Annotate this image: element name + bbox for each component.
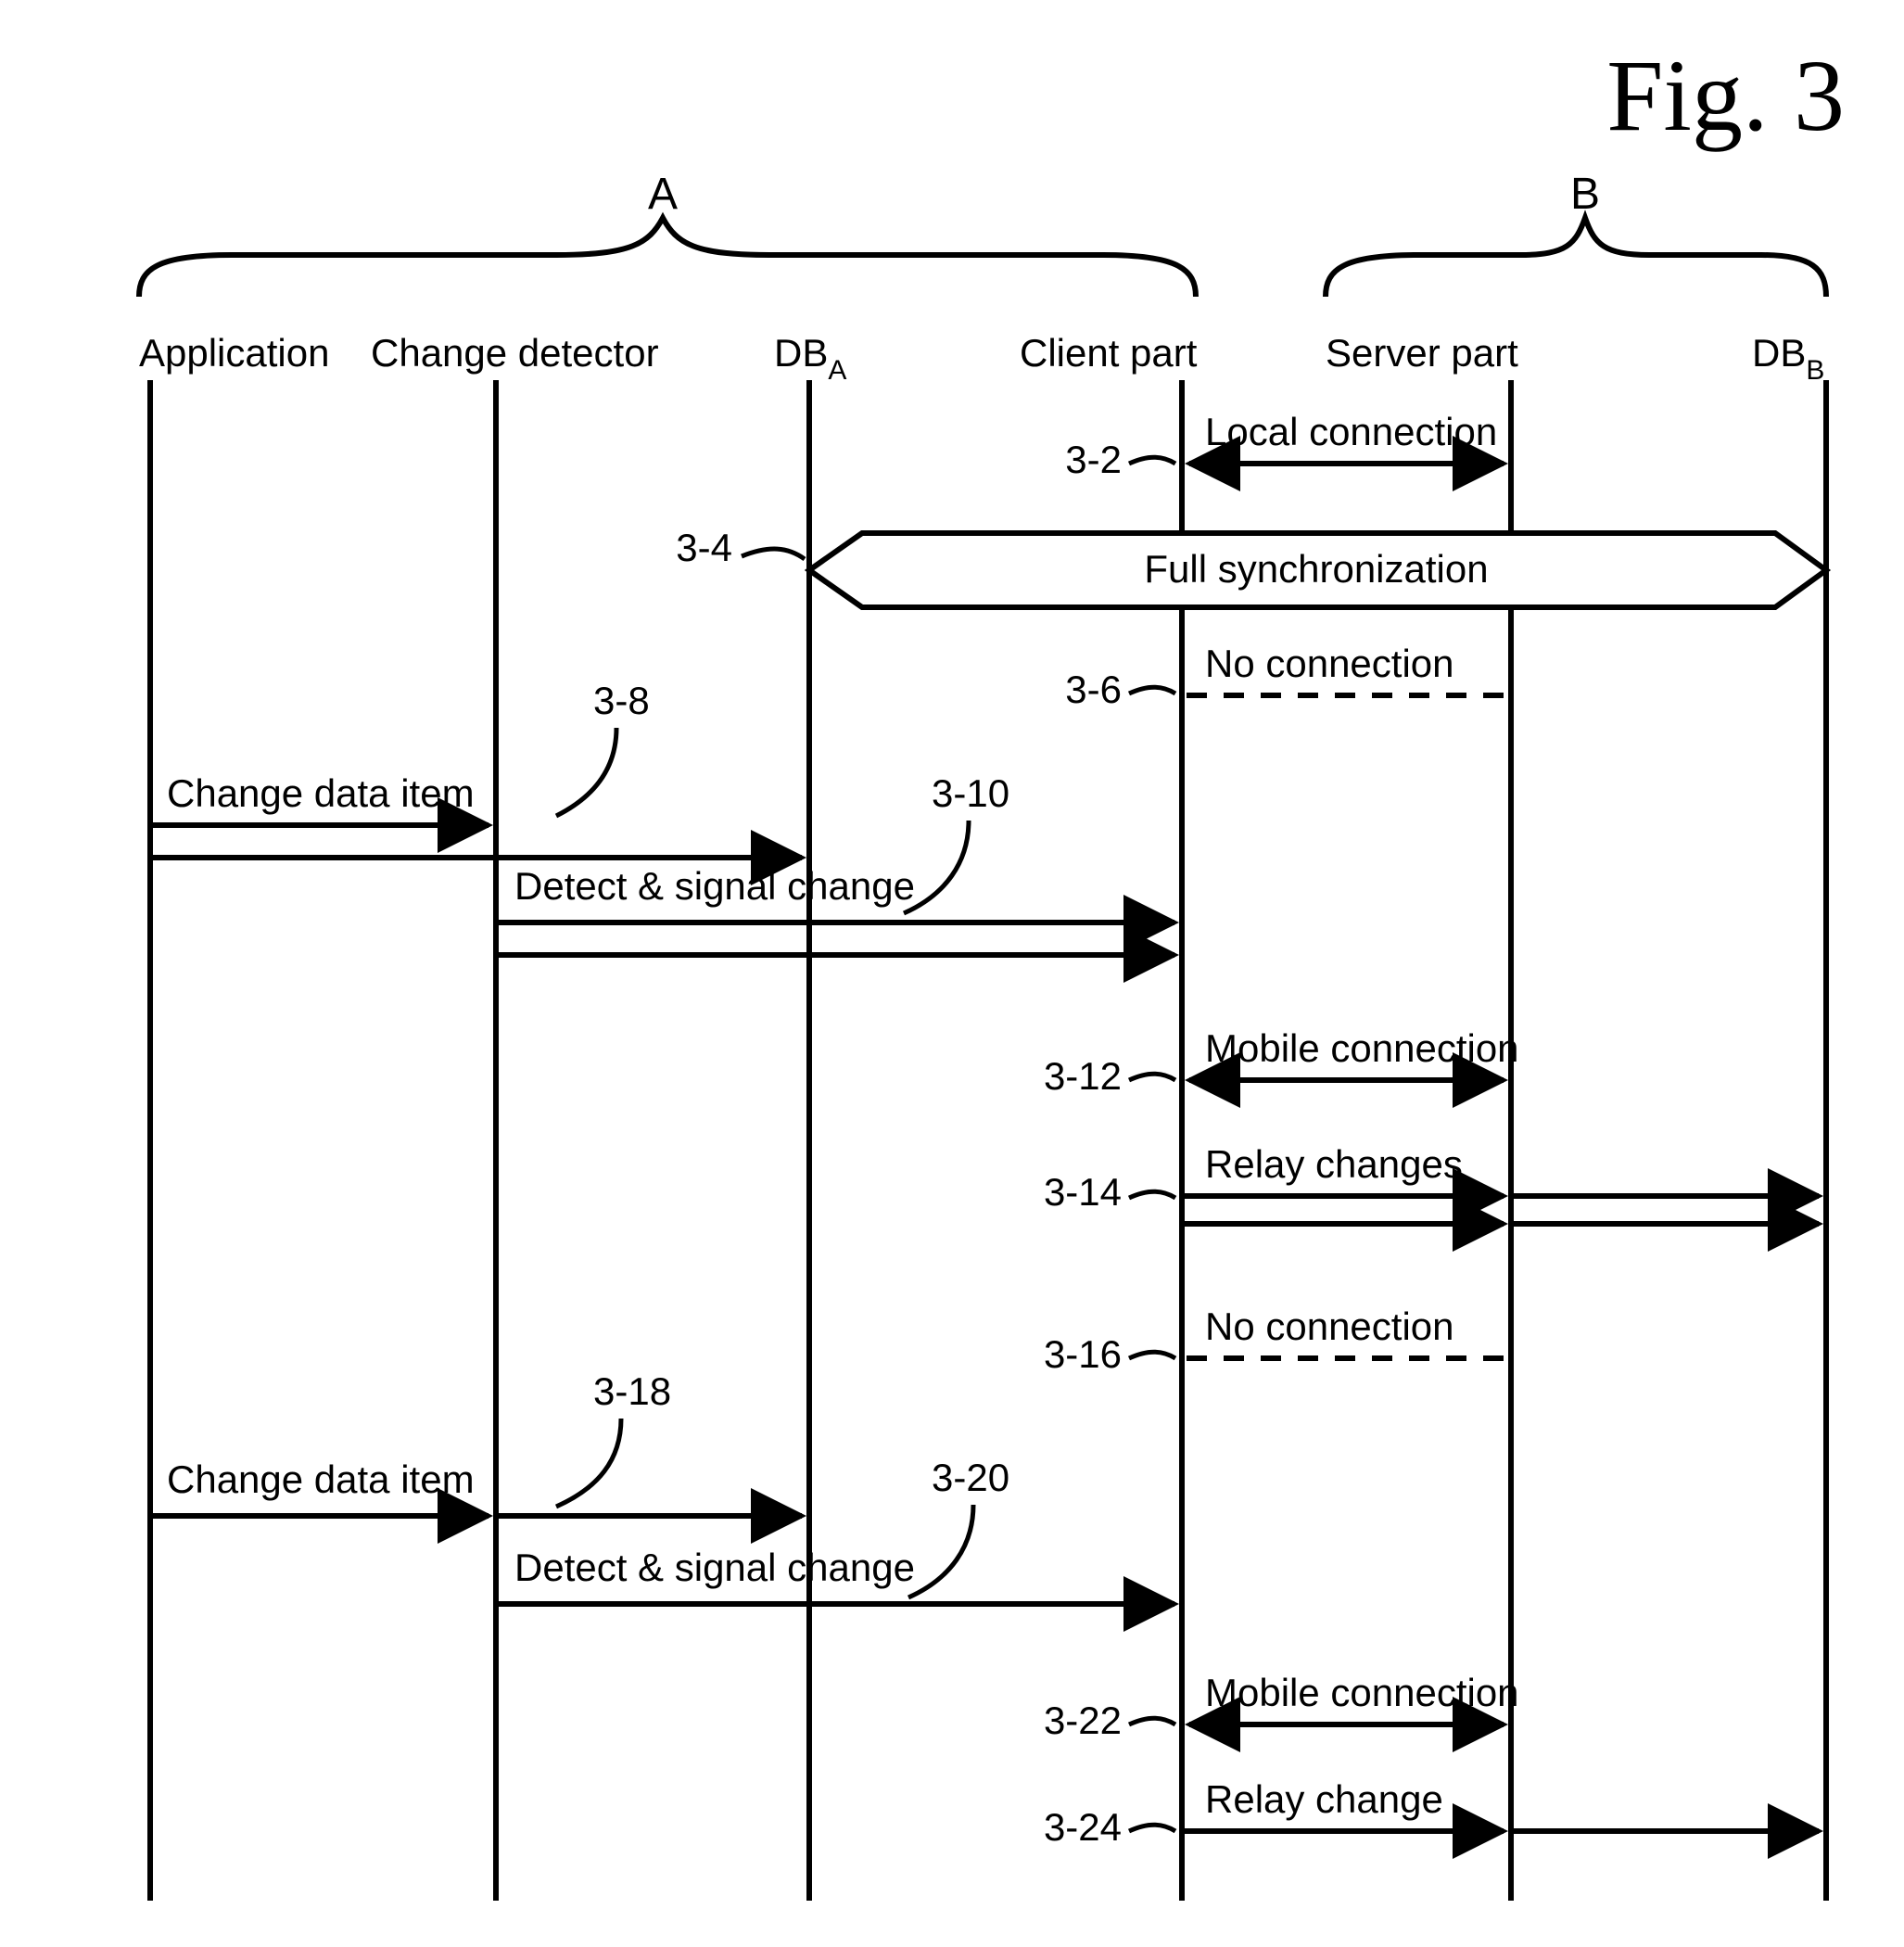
brace-a (139, 218, 1196, 297)
db-b-text: DB (1752, 331, 1806, 375)
ref-3-10: 3-10 (932, 771, 1009, 815)
msg-3-12-label: Mobile connection (1205, 1026, 1519, 1070)
ref-3-20: 3-20 (932, 1456, 1009, 1499)
ref-3-18-hook (556, 1419, 621, 1507)
ref-3-24-tie (1129, 1825, 1175, 1831)
lifeline-client-part-label: Client part (1020, 331, 1198, 375)
msg-3-2-label: Local connection (1205, 410, 1497, 453)
ref-3-2-tie (1129, 457, 1175, 464)
lifeline-db-a-label: DBA (774, 331, 846, 386)
ref-3-16: 3-16 (1044, 1332, 1122, 1376)
ref-3-4: 3-4 (676, 526, 732, 569)
lifeline-server-part-label: Server part (1326, 331, 1518, 375)
ref-3-24: 3-24 (1044, 1805, 1122, 1849)
ref-3-18: 3-18 (593, 1369, 671, 1413)
ref-3-20-hook (908, 1505, 973, 1597)
msg-3-14-label: Relay changes (1205, 1142, 1463, 1186)
group-a-label: A (648, 170, 678, 219)
ref-3-22-tie (1129, 1718, 1175, 1724)
msg-3-4-label: Full synchronization (1144, 547, 1488, 591)
msg-3-20-label: Detect & signal change (514, 1546, 915, 1589)
db-b-sub: B (1806, 355, 1824, 386)
ref-3-14: 3-14 (1044, 1170, 1122, 1214)
db-a-sub: A (828, 355, 846, 386)
lifeline-change-detector-label: Change detector (371, 331, 659, 375)
ref-3-12: 3-12 (1044, 1054, 1122, 1098)
msg-3-10-label: Detect & signal change (514, 864, 915, 908)
lifeline-application-label: Application (139, 331, 329, 375)
msg-3-18-label: Change data item (167, 1457, 475, 1501)
db-a-text: DB (774, 331, 828, 375)
ref-3-6: 3-6 (1065, 668, 1122, 711)
msg-3-24-label: Relay change (1205, 1777, 1443, 1821)
ref-3-6-tie (1129, 687, 1175, 694)
ref-3-16-tie (1129, 1352, 1175, 1358)
ref-3-4-tie (742, 549, 805, 559)
ref-3-8: 3-8 (593, 679, 650, 722)
msg-3-6-label: No connection (1205, 642, 1454, 685)
lifeline-db-b-label: DBB (1752, 331, 1824, 386)
brace-b (1326, 218, 1826, 297)
ref-3-12-tie (1129, 1074, 1175, 1080)
msg-3-8-label: Change data item (167, 771, 475, 815)
ref-3-8-hook (556, 728, 616, 816)
group-b-label: B (1570, 170, 1600, 219)
msg-3-4-block: Full synchronization (809, 533, 1826, 607)
msg-3-22-label: Mobile connection (1205, 1671, 1519, 1714)
ref-3-22: 3-22 (1044, 1699, 1122, 1742)
ref-3-2: 3-2 (1065, 438, 1122, 481)
msg-3-16-label: No connection (1205, 1304, 1454, 1348)
figure-label: Fig. 3 (1606, 39, 1845, 152)
ref-3-14-tie (1129, 1191, 1175, 1198)
